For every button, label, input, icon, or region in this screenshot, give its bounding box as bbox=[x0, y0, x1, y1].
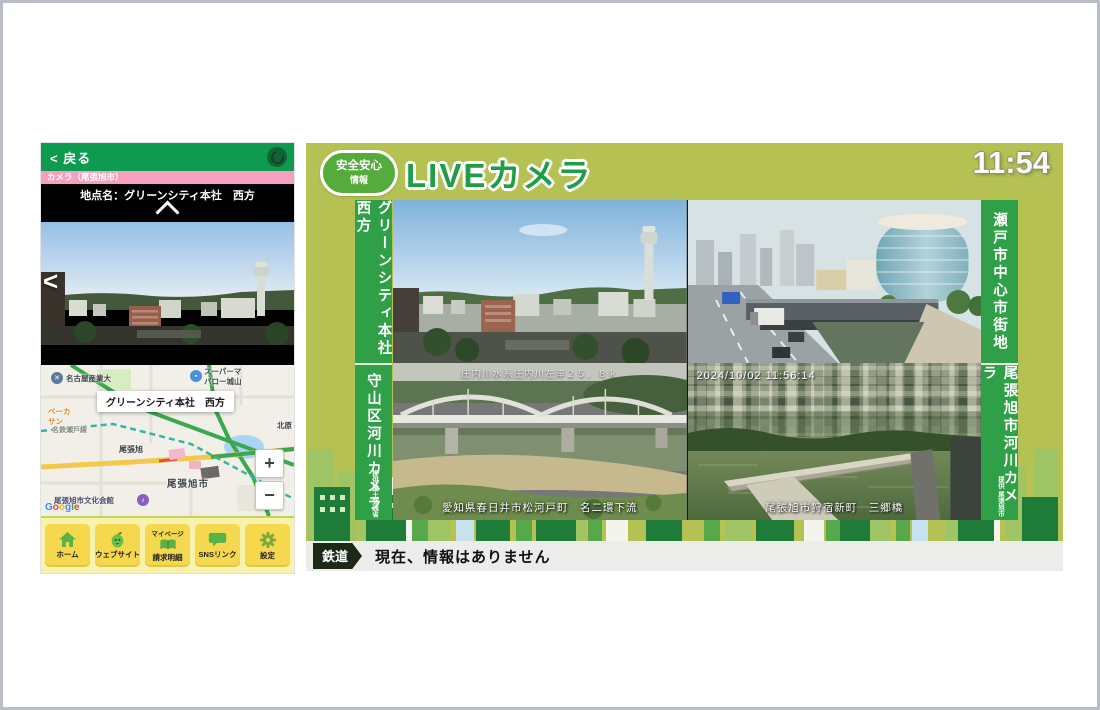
map-label-store2: バロー城山 bbox=[204, 377, 242, 386]
speech-bubble-icon bbox=[208, 531, 227, 548]
nav-label: ホーム bbox=[56, 549, 78, 560]
rail-info-bar: 鉄道 現在、情報はありません bbox=[306, 541, 1063, 571]
map-zoom-out-button[interactable]: − bbox=[255, 481, 284, 510]
screenshot-canvas: < 戻る カメラ（尾張旭市） 地点名：グリーンシティ本社 西方 bbox=[0, 0, 1100, 710]
nav-label: 請求明細 bbox=[153, 552, 183, 563]
feed-timestamp: 2024/10/02 11:56:14 bbox=[697, 370, 816, 382]
map-label-store1: スーパーマ bbox=[204, 367, 241, 376]
nav-website-button[interactable]: ウェブサイト bbox=[95, 524, 140, 567]
camera-label-greencity: グリーンシティ本社 西方 bbox=[355, 200, 392, 365]
google-letter: G bbox=[45, 502, 53, 513]
rail-message: 現在、情報はありません bbox=[375, 546, 551, 567]
river-gauge-overlay: 庄内川水系庄内川左岸２５．８ｋ bbox=[393, 366, 687, 380]
map-label-city: 尾張旭市 bbox=[167, 479, 209, 491]
back-button[interactable]: < 戻る bbox=[41, 148, 91, 167]
nav-sns-button[interactable]: SNSリンク bbox=[195, 524, 240, 567]
map-zoom-in-button[interactable]: + bbox=[255, 449, 284, 478]
camera-feed-seto bbox=[688, 200, 982, 363]
badge-line2: 情報 bbox=[323, 173, 395, 186]
map-label-railline: 名鉄瀬戸線 bbox=[52, 427, 87, 436]
camera-feed-owariasahi-river: 2024/10/02 11:56:14 尾張旭市狩宿新町 三郷橋 bbox=[688, 363, 982, 520]
nav-top-label: マイページ bbox=[151, 528, 183, 538]
map-label-bakery2: サン bbox=[48, 417, 63, 426]
app-header: < 戻る bbox=[41, 143, 294, 171]
nav-settings-button[interactable]: 設定 bbox=[245, 524, 290, 567]
camera-photo-panel: < bbox=[41, 216, 294, 365]
rail-badge: 鉄道 bbox=[313, 543, 362, 569]
hall-poi-icon[interactable]: ♪ bbox=[137, 494, 149, 506]
nav-label: SNSリンク bbox=[199, 549, 237, 560]
camera-label-seto: 瀬戸市中心市街地 bbox=[981, 200, 1018, 365]
live-camera-screen: 安全安心 情報 LIVEカメラ 11:54 グリーンシティ本社 西方 守山区河川… bbox=[306, 143, 1063, 571]
camera-feed-moriyama-river: 庄内川水系庄内川左岸２５．８ｋ 愛知県春日井市松河戸町 名二環下流 bbox=[393, 363, 687, 520]
feed-caption: 尾張旭市狩宿新町 三郷橋 bbox=[688, 500, 982, 515]
map-label-bakery1: ベーカ bbox=[48, 407, 71, 416]
refresh-icon bbox=[268, 148, 286, 166]
nav-label: 設定 bbox=[260, 550, 275, 561]
google-letter: e bbox=[74, 502, 80, 513]
provider-credit: 提供 尾張旭市 bbox=[995, 476, 1005, 517]
map-label-university: 名古屋産業大 bbox=[66, 374, 111, 383]
nav-home-button[interactable]: ホーム bbox=[45, 524, 90, 567]
camera-photo bbox=[41, 222, 294, 345]
feed-caption: 愛知県春日井市松河戸町 名二環下流 bbox=[393, 500, 687, 515]
gear-icon bbox=[259, 531, 277, 549]
book-icon bbox=[159, 538, 177, 551]
store-poi-icon[interactable]: ▪ bbox=[190, 370, 202, 382]
info-badge: 安全安心 情報 bbox=[320, 150, 398, 196]
spot-title-bar: 地点名：グリーンシティ本社 西方 bbox=[41, 184, 294, 216]
photo-prev-arrow[interactable]: < bbox=[43, 268, 58, 294]
map-marker-label[interactable]: グリーンシティ本社 西方 bbox=[97, 391, 234, 412]
category-bar: カメラ（尾張旭市） bbox=[41, 171, 294, 184]
camera-feed-greencity bbox=[393, 200, 687, 363]
camera-label-owariasahi: 尾張旭市河川カメラ 提供 尾張旭市 bbox=[981, 365, 1018, 520]
refresh-button[interactable] bbox=[267, 147, 287, 167]
provider-credit: 提供 国土交通省 bbox=[369, 470, 379, 517]
map-panel[interactable]: ✕ 名古屋産業大 ▪ スーパーマ バロー城山 ベーカ サン 名鉄瀬戸線 尾張旭 … bbox=[41, 365, 294, 516]
clock: 11:54 bbox=[972, 145, 1050, 181]
badge-line1: 安全安心 bbox=[323, 157, 395, 173]
camera-grid: 庄内川水系庄内川左岸２５．８ｋ 愛知県春日井市松河戸町 名二環下流 bbox=[393, 200, 981, 520]
mobile-app: < 戻る カメラ（尾張旭市） 地点名：グリーンシティ本社 西方 bbox=[41, 143, 294, 573]
map-label-north: 北原 bbox=[277, 421, 292, 430]
bottom-nav: ホーム ウェブサイト マイページ 請求明細 bbox=[41, 516, 294, 573]
google-logo[interactable]: Google bbox=[45, 502, 79, 513]
mascot-icon bbox=[108, 531, 127, 548]
page-title: LIVEカメラ bbox=[406, 149, 592, 197]
home-icon bbox=[58, 531, 77, 548]
camera-label-moriyama: 守山区河川カメラ 提供 国土交通省 bbox=[355, 365, 392, 520]
map-label-station: 尾張旭 bbox=[119, 445, 143, 455]
university-poi-icon[interactable]: ✕ bbox=[51, 372, 63, 384]
nav-billing-button[interactable]: マイページ 請求明細 bbox=[145, 524, 190, 567]
nav-label: ウェブサイト bbox=[95, 549, 140, 560]
